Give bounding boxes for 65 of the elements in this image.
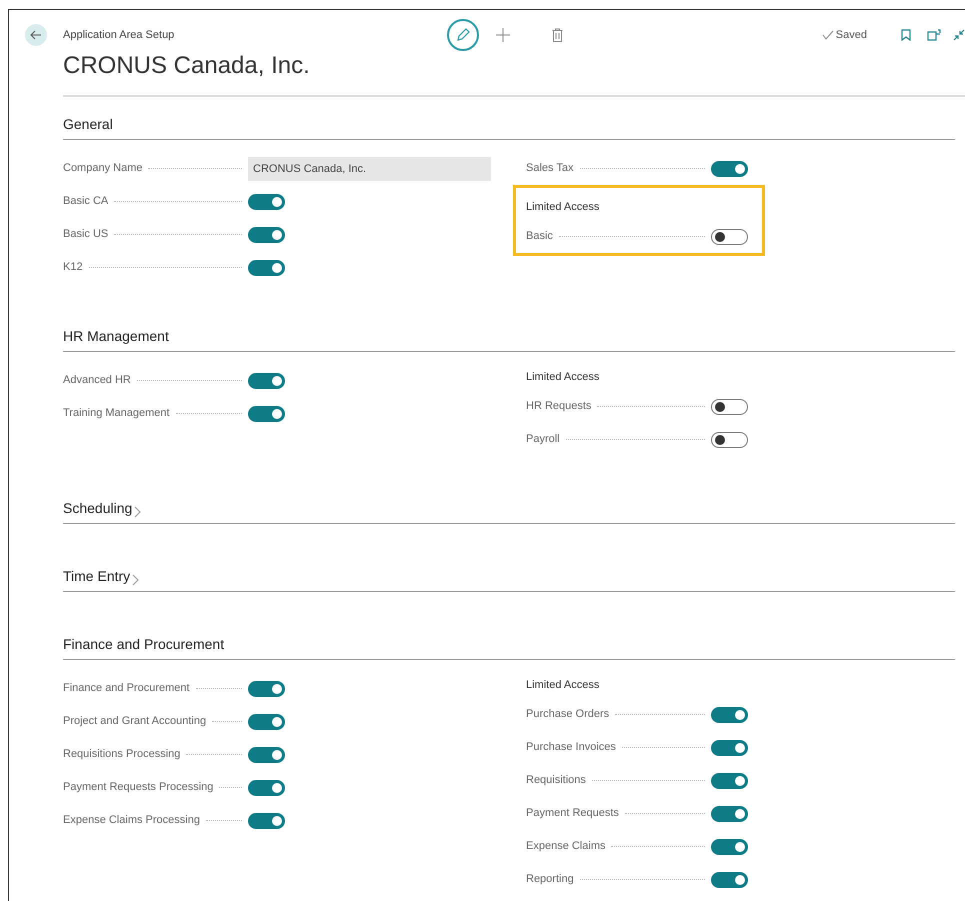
- section-title[interactable]: HR Management: [63, 326, 169, 347]
- back-arrow-icon: [30, 29, 42, 41]
- field-label: Purchase Orders: [526, 707, 610, 722]
- save-status: Saved: [836, 28, 867, 43]
- check-icon: [822, 30, 834, 40]
- field-label: Project and Grant Accounting: [63, 714, 206, 730]
- field-label: Payroll: [526, 432, 560, 448]
- toggle-switch[interactable]: [711, 838, 748, 854]
- toggle-switch[interactable]: [711, 706, 748, 722]
- toggle-switch[interactable]: [248, 406, 285, 422]
- toggle-switch[interactable]: [711, 398, 748, 414]
- plus-icon[interactable]: [496, 28, 510, 42]
- page-title: CRONUS Canada, Inc.: [63, 51, 311, 81]
- toggle-switch[interactable]: [248, 746, 285, 762]
- field-label: Payment Requests Processing: [63, 780, 214, 796]
- field-label: Training Management: [63, 406, 170, 422]
- field-label: Company Name: [63, 161, 142, 176]
- collapse-icon[interactable]: [953, 29, 965, 41]
- back-button[interactable]: [25, 24, 47, 46]
- toggle-switch[interactable]: [711, 872, 748, 888]
- toggle-switch[interactable]: [711, 432, 748, 448]
- toggle-switch[interactable]: [711, 228, 748, 244]
- open-new-window-icon[interactable]: [927, 29, 941, 41]
- chevron-right-icon[interactable]: [134, 506, 142, 518]
- toggle-switch[interactable]: [248, 260, 285, 276]
- field-label: Advanced HR: [63, 373, 131, 388]
- toggle-switch[interactable]: [711, 740, 748, 756]
- toggle-switch[interactable]: [711, 160, 748, 176]
- field-label: Requisitions: [526, 773, 586, 788]
- group-heading: Limited Access: [526, 200, 600, 215]
- section-title[interactable]: Finance and Procurement: [63, 634, 224, 655]
- field-label: Purchase Invoices: [526, 740, 616, 756]
- group-heading: Limited Access: [526, 678, 600, 693]
- field-label: Basic CA: [63, 194, 108, 210]
- field-label: Expense Claims Processing: [63, 813, 200, 828]
- toggle-switch[interactable]: [711, 772, 748, 788]
- section-title[interactable]: Scheduling: [63, 498, 132, 519]
- edit-button[interactable]: [447, 19, 479, 51]
- field-label: K12: [63, 260, 83, 276]
- field-label: Basic US: [63, 227, 108, 242]
- toggle-switch[interactable]: [248, 714, 285, 730]
- field-label: Basic: [526, 229, 553, 244]
- field-label: Sales Tax: [526, 161, 574, 176]
- bookmark-icon[interactable]: [901, 29, 911, 41]
- breadcrumb: Application Area Setup: [63, 28, 176, 43]
- field-label: Reporting: [526, 872, 574, 888]
- field-label: HR Requests: [526, 399, 592, 414]
- section-title[interactable]: General: [63, 114, 113, 135]
- field-label: Requisitions Processing: [63, 747, 180, 762]
- group-heading: Limited Access: [526, 370, 600, 385]
- section-title[interactable]: Time Entry: [63, 566, 130, 587]
- toggle-switch[interactable]: [248, 372, 285, 388]
- trash-icon[interactable]: [552, 28, 563, 42]
- company-name-field[interactable]: CRONUS Canada, Inc.: [248, 156, 491, 180]
- toggle-switch[interactable]: [248, 680, 285, 696]
- toggle-switch[interactable]: [248, 780, 285, 796]
- toggle-switch[interactable]: [248, 812, 285, 828]
- toggle-switch[interactable]: [248, 194, 285, 210]
- field-label: Finance and Procurement: [63, 681, 190, 696]
- toggle-switch[interactable]: [248, 226, 285, 242]
- pencil-icon: [456, 28, 470, 42]
- toggle-switch[interactable]: [711, 806, 748, 822]
- chevron-right-icon[interactable]: [132, 574, 140, 586]
- field-label: Expense Claims: [526, 839, 606, 854]
- field-label: Payment Requests: [526, 806, 619, 822]
